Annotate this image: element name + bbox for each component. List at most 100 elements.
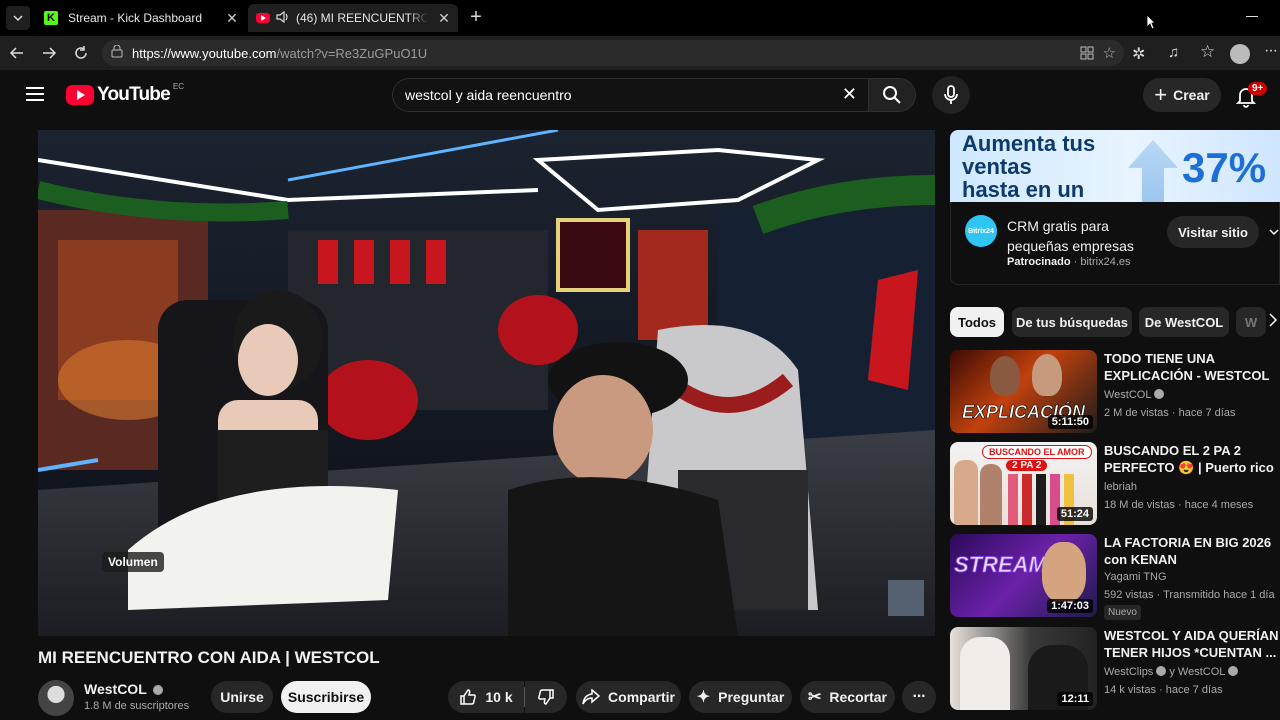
chip-todos[interactable]: Todos [950,307,1004,337]
more-actions-button[interactable]: ··· [902,681,936,713]
chip-from-searches[interactable]: De tus búsquedas [1012,307,1132,337]
share-label: Compartir [608,689,675,705]
video-channel[interactable]: WestClips y WestCOL [1104,666,1239,678]
video-title: MI REENCUENTRO CON AIDA | WESTCOL [38,648,380,667]
chip-scroll-right-icon[interactable] [1268,313,1278,332]
video-player[interactable]: Volumen [38,130,935,636]
channel-name[interactable]: WestCOL [84,681,164,697]
like-count: 10 k [485,689,513,705]
profile-avatar-icon[interactable] [1230,44,1250,64]
thumbnail-text: 2 PA 2 [1006,460,1048,471]
subscribe-label: Suscribirse [287,689,365,705]
ad-banner-line: hasta en un [962,177,1085,202]
reload-icon[interactable] [72,44,90,67]
more-menu-icon[interactable]: ··· [1264,42,1278,60]
chip-label: De WestCOL [1144,314,1224,330]
app-available-icon[interactable] [1080,46,1094,63]
youtube-logo-text: YouTube [97,84,171,105]
url-path: /watch?v=Re3ZuGPuO1U [276,45,428,61]
thumbnail-person [1022,474,1032,525]
video-meta: 2 M de vistas · hace 7 días [1104,407,1236,419]
back-icon[interactable] [8,44,26,67]
chip-from-westcol[interactable]: De WestCOL [1139,307,1229,337]
guide-menu-icon[interactable] [26,87,44,101]
address-bar[interactable]: https://www.youtube.com/watch?v=Re3ZuGPu… [102,40,1124,66]
dislike-button[interactable] [525,681,567,713]
share-button[interactable]: Compartir [576,681,681,713]
thumbnail-face [1042,542,1086,602]
clip-button[interactable]: ✂ Recortar [800,681,895,713]
join-label: Unirse [220,689,264,705]
like-button[interactable]: 10 k [448,681,524,713]
thumbs-down-icon [538,689,554,705]
chevron-down-icon[interactable] [1269,224,1279,242]
site-info-icon[interactable] [110,44,124,62]
video-channel[interactable]: Yagami TNG [1104,571,1167,583]
sponsored-label: Patrocinado [1007,256,1071,268]
thumbnail-text: BUSCANDO EL AMOR [982,445,1092,459]
tab-kick-dashboard[interactable]: K Stream - Kick Dashboard ✕ [36,4,246,32]
kick-favicon-icon: K [44,11,58,25]
recommended-video[interactable]: 12:11 WESTCOL Y AIDA QUERÍAN TENER HIJOS… [950,627,1280,713]
extensions-icon[interactable]: ✲ [1132,44,1145,64]
create-button[interactable]: + Crear [1143,78,1221,112]
tab-youtube-video[interactable]: (46) MI REENCUENTRO CON AIDA ✕ [248,4,458,32]
chip-label: Todos [957,314,997,330]
video-thumbnail[interactable]: 12:11 [950,627,1097,710]
chip-next[interactable]: W [1236,307,1266,337]
channel-avatar[interactable] [38,680,74,716]
new-badge-wrap: Nuevo [1104,605,1141,620]
search-button[interactable] [868,78,916,112]
video-channel[interactable]: lebriah [1104,481,1137,493]
close-icon[interactable]: ✕ [436,10,452,26]
youtube-logo[interactable]: YouTube EC [66,82,184,106]
clear-search-icon[interactable]: ✕ [842,84,857,105]
minimize-window-icon[interactable] [1246,16,1258,17]
favorite-star-icon[interactable]: ☆ [1103,44,1116,62]
notifications-button[interactable]: 9+ [1236,82,1268,108]
thumbnail-person [1008,474,1018,525]
notification-count-badge: 9+ [1248,82,1268,95]
video-thumbnail[interactable]: STREAM 1:47:03 [950,534,1097,617]
voice-search-button[interactable] [932,76,970,114]
ad-banner-line: Aumenta tus [962,131,1096,156]
speaker-icon[interactable] [276,10,290,26]
tab-title: Stream - Kick Dashboard [68,11,203,25]
subscribe-button[interactable]: Suscribirse [281,681,371,713]
recommended-video[interactable]: EXPLICACIÓN 5:11:50 TODO TIENE UNA EXPLI… [950,350,1280,436]
chip-label: De tus búsquedas [1016,314,1128,330]
recommended-video[interactable]: BUSCANDO EL AMOR 2 PA 2 51:24 BUSCANDO E… [950,442,1280,528]
new-tab-icon[interactable]: + [466,7,486,28]
ad-banner[interactable]: Aumenta tus ventas hasta en un 37% [950,130,1280,202]
video-duration: 5:11:50 [1047,415,1093,429]
verified-icon [1156,666,1167,676]
channel-name: WestCOL [1104,389,1152,401]
video-frame-image [38,130,935,636]
video-title: TODO TIENE UNA EXPLICACIÓN - WESTCOL X A… [1104,351,1270,383]
ad-arrow-graphic [1128,140,1178,202]
video-channel[interactable]: WestCOL [1104,389,1165,401]
ad-banner-percent: 37% [1182,144,1267,191]
video-thumbnail[interactable]: BUSCANDO EL AMOR 2 PA 2 51:24 [950,442,1097,525]
search-query: westcol y aida reencuentro [405,87,572,103]
video-meta: 592 vistas · Transmitido hace 1 día [1104,589,1275,601]
visit-site-button[interactable]: Visitar sitio [1167,216,1259,248]
browser-toolbar: https://www.youtube.com/watch?v=Re3ZuGPu… [0,36,1280,70]
recommended-video[interactable]: STREAM 1:47:03 LA FACTORIA EN BIG 2026 c… [950,534,1280,620]
favorites-icon[interactable]: ☆ [1200,42,1215,62]
join-button[interactable]: Unirse [211,681,273,713]
tab-list-dropdown-icon[interactable] [6,6,30,30]
close-icon[interactable]: ✕ [224,10,240,26]
youtube-logo-icon [66,85,94,105]
verified-icon [1228,666,1239,676]
chip-label: W [1244,314,1258,330]
thumbnail-person [1036,474,1046,525]
media-control-icon[interactable]: ♫ [1168,44,1179,61]
video-thumbnail[interactable]: EXPLICACIÓN 5:11:50 [950,350,1097,433]
search-input[interactable]: westcol y aida reencuentro ✕ [392,78,872,112]
ask-button[interactable]: ✦ Preguntar [689,681,792,713]
video-title: LA FACTORIA EN BIG 2026 con KENAN [1104,535,1272,567]
create-label: Crear [1173,87,1210,103]
ask-label: Preguntar [718,689,785,705]
forward-icon[interactable] [40,44,58,67]
